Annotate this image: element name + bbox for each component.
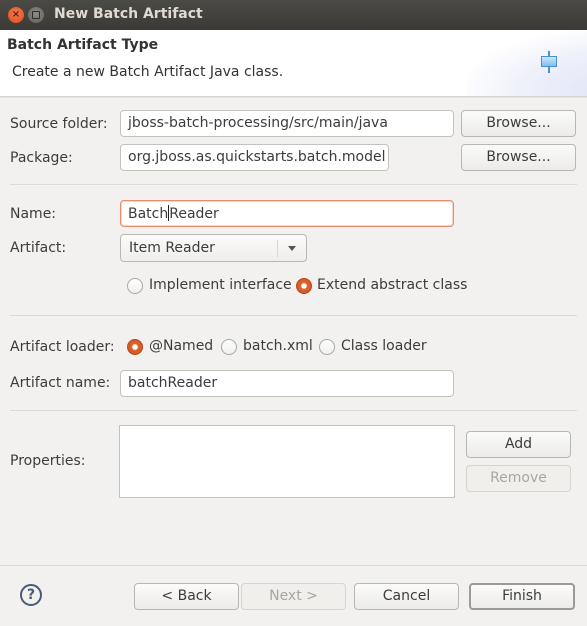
artifact-label: Artifact: <box>10 240 67 256</box>
back-button[interactable]: < Back <box>134 583 239 610</box>
implement-interface-label[interactable]: Implement interface <box>149 277 292 293</box>
named-label[interactable]: @Named <box>149 338 213 354</box>
window-title: New Batch Artifact <box>54 6 203 22</box>
header-gradient <box>467 30 587 96</box>
class-loader-radio[interactable] <box>319 339 335 355</box>
artifact-dropdown[interactable]: Item Reader <box>120 234 307 262</box>
finish-button[interactable]: Finish <box>469 583 575 610</box>
source-folder-browse-button[interactable]: Browse... <box>461 110 576 137</box>
class-loader-label[interactable]: Class loader <box>341 338 427 354</box>
separator <box>10 410 577 411</box>
chevron-down-icon[interactable] <box>288 246 296 251</box>
batch-xml-radio[interactable] <box>221 339 237 355</box>
source-folder-label: Source folder: <box>10 116 108 132</box>
maximize-icon[interactable] <box>28 7 44 23</box>
package-label: Package: <box>10 150 73 166</box>
extend-abstract-class-label[interactable]: Extend abstract class <box>317 277 467 293</box>
source-folder-input[interactable]: jboss-batch-processing/src/main/java <box>120 110 454 137</box>
title-bar: × New Batch Artifact <box>0 0 587 30</box>
cancel-button[interactable]: Cancel <box>354 583 459 610</box>
name-value-end: Reader <box>169 206 219 222</box>
header-divider <box>0 97 587 99</box>
properties-label: Properties: <box>10 453 86 469</box>
next-button[interactable]: Next > <box>241 583 346 610</box>
remove-property-button[interactable]: Remove <box>466 465 571 492</box>
dropdown-divider <box>277 240 278 257</box>
batch-artifact-wizard-icon <box>541 51 557 73</box>
separator <box>10 184 577 185</box>
separator <box>10 315 577 316</box>
batch-xml-label[interactable]: batch.xml <box>243 338 313 354</box>
name-label: Name: <box>10 206 57 222</box>
artifact-name-label: Artifact name: <box>10 375 111 391</box>
help-icon[interactable]: ? <box>20 584 42 606</box>
named-radio[interactable] <box>127 339 143 355</box>
page-title: Batch Artifact Type <box>7 37 159 53</box>
name-value-start: Batch <box>128 206 169 222</box>
package-browse-button[interactable]: Browse... <box>461 144 576 171</box>
properties-table[interactable] <box>119 425 455 498</box>
wizard-header: Batch Artifact Type Create a new Batch A… <box>0 30 587 97</box>
page-description: Create a new Batch Artifact Java class. <box>12 64 284 80</box>
footer-divider <box>0 565 587 566</box>
add-property-button[interactable]: Add <box>466 431 571 458</box>
artifact-loader-label: Artifact loader: <box>10 339 115 355</box>
artifact-name-input[interactable]: batchReader <box>120 370 454 397</box>
artifact-selected-value: Item Reader <box>129 240 215 256</box>
close-icon[interactable]: × <box>8 7 24 23</box>
package-input[interactable]: org.jboss.as.quickstarts.batch.model <box>120 144 389 171</box>
name-input[interactable]: BatchReader <box>120 200 454 227</box>
implement-interface-radio[interactable] <box>127 278 143 294</box>
extend-abstract-class-radio[interactable] <box>296 278 312 294</box>
